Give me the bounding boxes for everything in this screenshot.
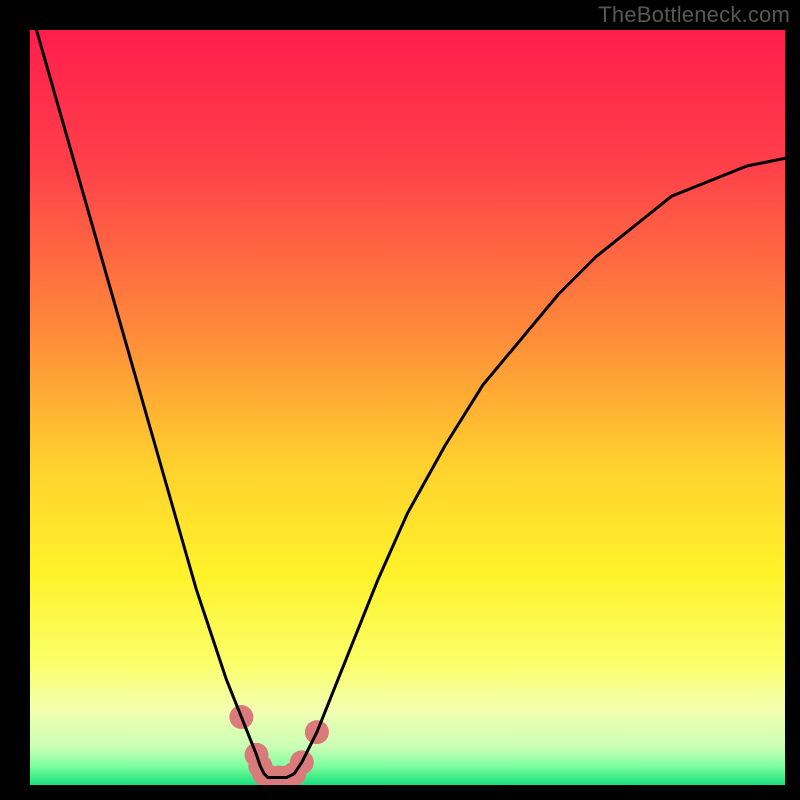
watermark-text: TheBottleneck.com xyxy=(598,2,790,28)
bottleneck-chart xyxy=(30,30,785,785)
outer-frame: TheBottleneck.com xyxy=(0,0,800,800)
